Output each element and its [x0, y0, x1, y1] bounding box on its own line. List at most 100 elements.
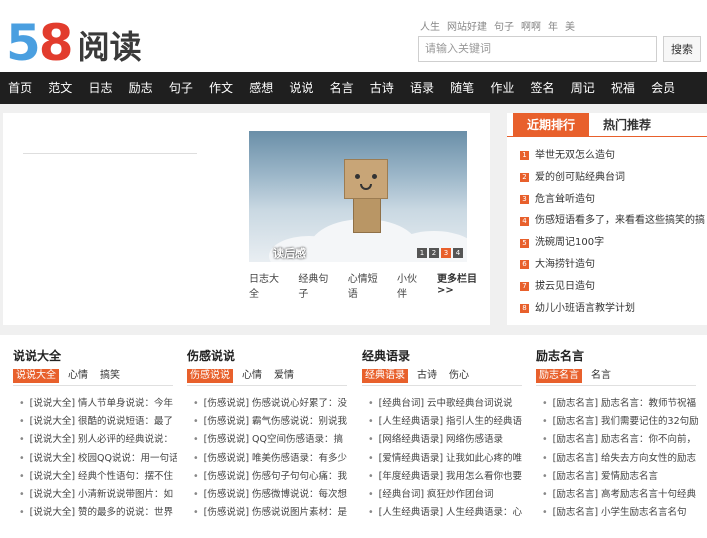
list-item[interactable]: [爱情经典语录] 让我如此心疼的唯 [368, 450, 526, 468]
article-list: [经典台词] 云中歌经典台词说说 [人生经典语录] 指引人生的经典语 [网络经典… [368, 395, 526, 522]
slide-dot[interactable]: 2 [429, 248, 439, 258]
hot-word[interactable]: 美 [565, 18, 575, 33]
list-item[interactable]: [人生经典语录] 指引人生的经典语 [368, 413, 526, 431]
hot-word[interactable]: 网站好建 [447, 18, 487, 33]
nav-item[interactable]: 日志 [80, 72, 120, 104]
column-tab-active[interactable]: 伤感说说 [187, 369, 233, 383]
tab-hot-recommend[interactable]: 热门推荐 [589, 113, 665, 136]
column-tab[interactable]: 伤心 [446, 369, 472, 383]
nav-item[interactable]: 感想 [241, 72, 281, 104]
robot-mouth [360, 184, 372, 190]
hot-word[interactable]: 年 [548, 18, 558, 33]
list-item[interactable]: [经典台词] 疯狂炒作团台词 [368, 486, 526, 504]
nav-item[interactable]: 随笔 [442, 72, 482, 104]
slide-dot-active[interactable]: 3 [441, 248, 451, 258]
nav-item[interactable]: 励志 [121, 72, 161, 104]
nav-item[interactable]: 说说 [281, 72, 321, 104]
list-item[interactable]: [说说大全] 校园QQ说说：用一句话 [19, 450, 177, 468]
hot-word[interactable]: 啊啊 [521, 18, 541, 33]
column-title[interactable]: 说说大全 [13, 347, 61, 364]
column-title[interactable]: 经典语录 [362, 347, 410, 364]
list-item[interactable]: 4 伤感短语看多了，来看看这些搞笑的搞个性 [520, 210, 707, 232]
site-logo[interactable]: 5 8 阅读 [6, 6, 142, 68]
hot-word[interactable]: 人生 [420, 18, 440, 33]
column-tab-active[interactable]: 经典语录 [362, 369, 408, 383]
nav-item[interactable]: 范文 [40, 72, 80, 104]
logo-digit-5: 5 [6, 14, 41, 72]
list-item[interactable]: [励志名言] 励志名言：教师节祝福 [542, 395, 700, 413]
list-item[interactable]: [伤感说说] 伤感说说图片素材：是 [193, 504, 351, 522]
category-section: 说说大全 说说大全 心情 搞笑 [说说大全] 情人节单身说说：今年 [说说大全]… [0, 335, 707, 538]
column-tab[interactable]: 搞笑 [97, 369, 123, 383]
main-nav: 首页 范文 日志 励志 句子 作文 感想 说说 名言 古诗 语录 随笔 作业 签… [0, 72, 707, 104]
list-item[interactable]: [说说大全] 情人节单身说说：今年 [19, 395, 177, 413]
column-tab-active[interactable]: 说说大全 [13, 369, 59, 383]
search-button[interactable]: 搜索 [663, 36, 701, 62]
column-tab[interactable]: 名言 [588, 369, 614, 383]
more-columns-link[interactable]: 更多栏目>> [437, 270, 490, 300]
column-tab[interactable]: 爱情 [271, 369, 297, 383]
slide-link[interactable]: 心情短语 [348, 270, 385, 300]
nav-item[interactable]: 句子 [161, 72, 201, 104]
list-item[interactable]: [说说大全] 小清新说说带图片：如 [19, 486, 177, 504]
column-tab-active[interactable]: 励志名言 [536, 369, 582, 383]
slide-link[interactable]: 小伙伴 [397, 270, 425, 300]
rank-number: 1 [520, 151, 529, 161]
search-input[interactable]: 请输入关键词 [418, 36, 657, 62]
divider [187, 385, 347, 386]
slide-dot[interactable]: 4 [453, 248, 463, 258]
list-item[interactable]: [年度经典语录] 我用怎么看你也要 [368, 468, 526, 486]
nav-item[interactable]: 语录 [402, 72, 442, 104]
list-item[interactable]: [经典台词] 云中歌经典台词说说 [368, 395, 526, 413]
slide-dot[interactable]: 1 [417, 248, 427, 258]
list-item[interactable]: 5 洗碗周记100字 [520, 232, 707, 254]
slide-link[interactable]: 经典句子 [298, 270, 335, 300]
list-item[interactable]: 6 大海捞针造句 [520, 254, 707, 276]
list-item[interactable]: [网络经典语录] 网络伤感语录 [368, 431, 526, 449]
nav-item[interactable]: 名言 [322, 72, 362, 104]
list-item[interactable]: [伤感说说] 伤感句子句句心痛：我 [193, 468, 351, 486]
list-item[interactable]: [励志名言] 高考励志名言十句经典 [542, 486, 700, 504]
list-item[interactable]: [励志名言] 小学生励志名言名句 [542, 504, 700, 522]
column-tab[interactable]: 心情 [65, 369, 91, 383]
list-item[interactable]: 3 危言耸听造句 [520, 189, 707, 211]
column-tab[interactable]: 心情 [239, 369, 265, 383]
list-item[interactable]: [励志名言] 爱情励志名言 [542, 468, 700, 486]
list-item[interactable]: [励志名言] 励志名言：你不向前， [542, 431, 700, 449]
column-tab[interactable]: 古诗 [414, 369, 440, 383]
list-item[interactable]: [励志名言] 给失去方向女性的励志 [542, 450, 700, 468]
list-item[interactable]: 1 举世无双怎么造句 [520, 145, 707, 167]
nav-item[interactable]: 首页 [0, 72, 40, 104]
list-item[interactable]: [说说大全] 很酷的说说短语：最了 [19, 413, 177, 431]
nav-item[interactable]: 作文 [201, 72, 241, 104]
list-item[interactable]: [励志名言] 我们需要记住的32句励 [542, 413, 700, 431]
hot-word[interactable]: 句子 [494, 18, 514, 33]
list-item[interactable]: [说说大全] 经典个性语句：摆不住 [19, 468, 177, 486]
nav-item[interactable]: 作业 [482, 72, 522, 104]
robot-eye [355, 174, 360, 179]
list-item[interactable]: [说说大全] 别人必评的经典说说： [19, 431, 177, 449]
rank-title: 伤感短语看多了，来看看这些搞笑的搞个性 [535, 215, 705, 227]
list-item[interactable]: 7 拔云见日造句 [520, 276, 707, 298]
list-item[interactable]: [伤感说说] QQ空间伤感语录：搞 [193, 431, 351, 449]
nav-item[interactable]: 周记 [563, 72, 603, 104]
nav-item[interactable]: 祝福 [603, 72, 643, 104]
column-title[interactable]: 伤感说说 [187, 347, 235, 364]
list-item[interactable]: [说说大全] 赞的最多的说说：世界 [19, 504, 177, 522]
list-item[interactable]: [伤感说说] 伤感微博说说：每次想 [193, 486, 351, 504]
list-item[interactable]: 8 幼儿小班语言教学计划 [520, 298, 707, 320]
featured-slide[interactable]: 读后感 1 2 3 4 [249, 131, 467, 262]
list-item[interactable]: [人生经典语录] 人生经典语录：心 [368, 504, 526, 522]
slide-link[interactable]: 日志大全 [249, 270, 286, 300]
list-item[interactable]: 2 爱的创可贴经典台词 [520, 167, 707, 189]
hot-search-words: 人生 网站好建 句子 啊啊 年 美 [420, 18, 575, 33]
list-item[interactable]: [伤感说说] 唯美伤感语录：有多少 [193, 450, 351, 468]
tab-recent-ranking[interactable]: 近期排行 [513, 113, 589, 136]
nav-item[interactable]: 古诗 [362, 72, 402, 104]
nav-item[interactable]: 会员 [643, 72, 683, 104]
list-item[interactable]: [伤感说说] 伤感说说心好累了：没 [193, 395, 351, 413]
nav-item[interactable]: 签名 [522, 72, 562, 104]
column-title[interactable]: 励志名言 [536, 347, 584, 364]
divider [362, 385, 522, 386]
list-item[interactable]: [伤感说说] 霸气伤感说说：别说我 [193, 413, 351, 431]
